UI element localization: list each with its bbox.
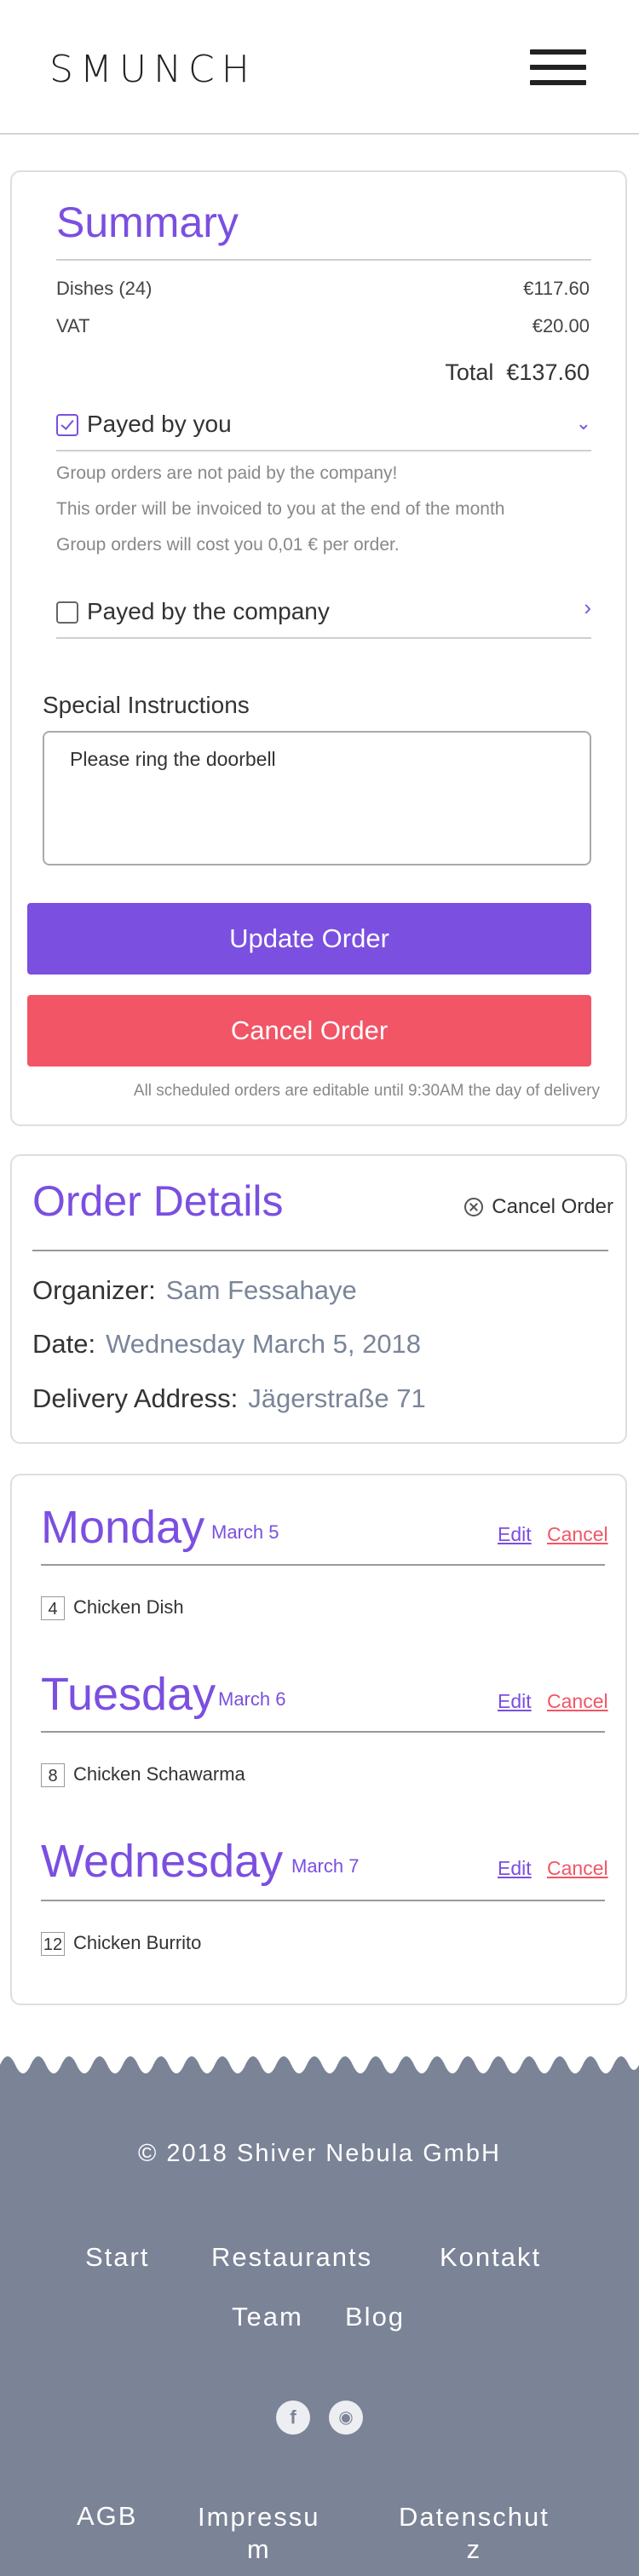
footer-wave (0, 2056, 639, 2087)
day-date: March 7 (291, 1855, 360, 1877)
special-instructions-label: Special Instructions (43, 692, 250, 718)
date-label: Date: (32, 1329, 96, 1359)
day-date: March 6 (218, 1688, 286, 1710)
footer-link-impressum-line: Impressu (198, 2502, 320, 2532)
special-instructions-input[interactable]: Please ring the doorbell (43, 731, 591, 865)
footer-link-blog[interactable]: Blog (345, 2302, 405, 2332)
edit-deadline-note: All scheduled orders are editable until … (133, 1082, 600, 1100)
divider (41, 1564, 605, 1566)
payed-by-company-checkbox[interactable] (56, 601, 78, 624)
hamburger-menu-icon[interactable] (530, 49, 586, 85)
menu-bar (530, 80, 586, 85)
day-title: Tuesday (41, 1669, 216, 1720)
quantity-badge: 4 (41, 1596, 65, 1620)
address-row: Delivery Address: Jägerstraße 71 (32, 1383, 426, 1414)
cancel-day-link[interactable]: Cancel (547, 1523, 608, 1546)
close-circle-icon (464, 1198, 484, 1216)
footer-link-impressum[interactable]: Impressu m (198, 2501, 320, 2566)
address-label: Delivery Address: (32, 1383, 239, 1413)
dish-name: Chicken Schawarma (73, 1763, 245, 1785)
quantity-badge: 8 (41, 1763, 65, 1787)
divider (56, 450, 591, 451)
daily-orders-card: Monday March 5 Edit Cancel 4 Chicken Dis… (10, 1474, 627, 2005)
payed-by-company-option[interactable]: Payed by the company › (56, 595, 591, 629)
footer-link-datenschutz-line: Datenschut (399, 2502, 550, 2532)
edit-day-link[interactable]: Edit (498, 1690, 532, 1713)
chevron-down-icon[interactable]: ⌄ (576, 412, 591, 434)
footer-link-impressum-line: m (246, 2534, 271, 2564)
day-title: Monday (41, 1502, 205, 1553)
payed-by-company-label: Payed by the company (87, 598, 330, 624)
note-cost: Group orders will cost you 0,01 € per or… (56, 535, 400, 555)
logo[interactable]: SMUNCH (49, 48, 256, 91)
cancel-order-link[interactable]: Cancel Order (464, 1195, 613, 1219)
top-bar: SMUNCH (0, 0, 639, 135)
day-date: March 5 (211, 1521, 279, 1543)
payed-by-you-checkbox[interactable] (56, 414, 78, 436)
dish-name: Chicken Burrito (73, 1932, 202, 1953)
footer-link-datenschutz-line: z (466, 2534, 482, 2564)
menu-bar (530, 65, 586, 70)
total: Total €137.60 (445, 359, 590, 386)
menu-bar (530, 49, 586, 55)
footer-link-start[interactable]: Start (85, 2242, 149, 2273)
order-details-card: Order Details Cancel Order Organizer: Sam… (10, 1154, 627, 1444)
organizer-value: Sam Fessahaye (165, 1275, 357, 1305)
payed-by-you-label: Payed by you (87, 411, 232, 437)
day-title: Wednesday (41, 1836, 284, 1887)
total-label: Total (445, 359, 494, 385)
footer-link-agb[interactable]: AGB (77, 2501, 137, 2532)
facebook-icon[interactable]: f (276, 2401, 310, 2435)
divider (41, 1900, 605, 1901)
footer-link-datenschutz[interactable]: Datenschut z (399, 2501, 550, 2566)
quantity-badge: 12 (41, 1932, 65, 1956)
divider (56, 637, 591, 639)
note-not-paid: Group orders are not paid by the company… (56, 463, 398, 483)
total-value: €137.60 (506, 359, 590, 385)
payed-by-you-option[interactable]: Payed by you ⌄ (56, 407, 591, 441)
dishes-value: €117.60 (523, 278, 590, 299)
address-value: Jägerstraße 71 (248, 1383, 426, 1413)
order-details-title: Order Details (32, 1177, 284, 1225)
vat-value: €20.00 (532, 315, 590, 336)
instagram-icon[interactable]: ◉ (329, 2401, 363, 2435)
cancel-day-link[interactable]: Cancel (547, 1857, 608, 1880)
organizer-row: Organizer: Sam Fessahaye (32, 1275, 357, 1306)
cancel-order-link-label: Cancel Order (492, 1195, 613, 1218)
edit-day-link[interactable]: Edit (498, 1523, 532, 1546)
dish-name: Chicken Dish (73, 1596, 184, 1618)
chevron-right-icon[interactable]: › (584, 595, 591, 621)
divider (41, 1731, 605, 1733)
footer-link-kontakt[interactable]: Kontakt (440, 2242, 541, 2273)
date-row: Date: Wednesday March 5, 2018 (32, 1329, 421, 1360)
update-order-button[interactable]: Update Order (27, 903, 591, 975)
footer-link-team[interactable]: Team (232, 2302, 303, 2332)
organizer-label: Organizer: (32, 1275, 156, 1305)
edit-day-link[interactable]: Edit (498, 1857, 532, 1880)
footer-link-restaurants[interactable]: Restaurants (211, 2242, 372, 2273)
summary-card: Summary Dishes (24) €117.60 VAT €20.00 T… (10, 170, 627, 1126)
copyright: © 2018 Shiver Nebula GmbH (138, 2140, 501, 2167)
footer: © 2018 Shiver Nebula GmbH Start Restaura… (0, 2084, 639, 2576)
vat-label: VAT (56, 315, 90, 336)
dishes-label: Dishes (24) (56, 278, 153, 299)
date-value: Wednesday March 5, 2018 (106, 1329, 422, 1359)
divider (32, 1250, 608, 1251)
cancel-day-link[interactable]: Cancel (547, 1690, 608, 1713)
note-invoiced: This order will be invoiced to you at th… (56, 499, 505, 519)
divider (56, 259, 591, 261)
summary-title: Summary (56, 198, 239, 246)
cancel-order-button[interactable]: Cancel Order (27, 995, 591, 1067)
